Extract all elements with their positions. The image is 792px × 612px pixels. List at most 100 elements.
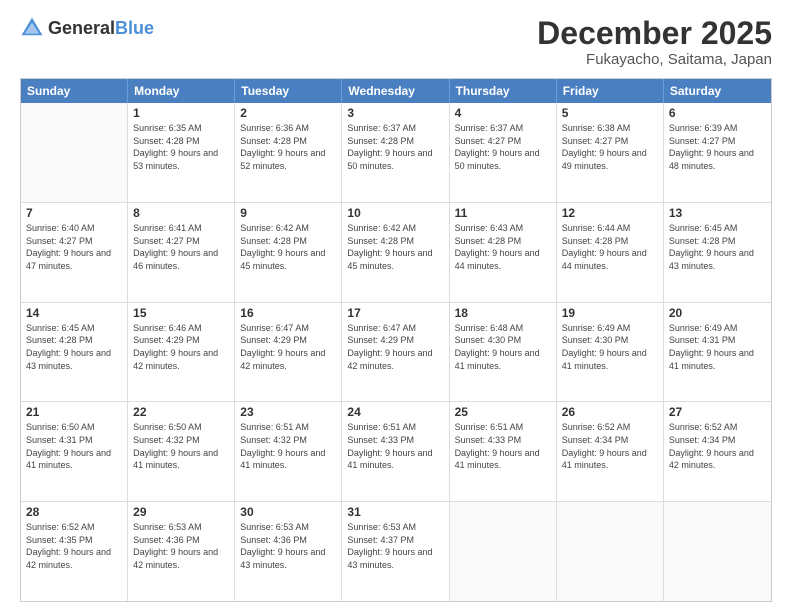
calendar-cell: 16 Sunrise: 6:47 AMSunset: 4:29 PMDayligh… <box>235 303 342 402</box>
calendar-row: 1 Sunrise: 6:35 AMSunset: 4:28 PMDaylight… <box>21 103 771 203</box>
calendar-cell <box>664 502 771 601</box>
day-number: 31 <box>347 505 443 519</box>
cell-info: Sunrise: 6:51 AMSunset: 4:33 PMDaylight:… <box>455 421 551 471</box>
calendar-cell: 15 Sunrise: 6:46 AMSunset: 4:29 PMDayligh… <box>128 303 235 402</box>
cell-info: Sunrise: 6:36 AMSunset: 4:28 PMDaylight:… <box>240 122 336 172</box>
cell-info: Sunrise: 6:38 AMSunset: 4:27 PMDaylight:… <box>562 122 658 172</box>
cell-info: Sunrise: 6:45 AMSunset: 4:28 PMDaylight:… <box>26 322 122 372</box>
calendar-cell: 11 Sunrise: 6:43 AMSunset: 4:28 PMDayligh… <box>450 203 557 302</box>
cell-info: Sunrise: 6:35 AMSunset: 4:28 PMDaylight:… <box>133 122 229 172</box>
calendar-cell: 31 Sunrise: 6:53 AMSunset: 4:37 PMDayligh… <box>342 502 449 601</box>
calendar-cell: 23Sunrise: 6:51 AMSunset: 4:32 PMDayligh… <box>235 402 342 501</box>
calendar-cell: 4 Sunrise: 6:37 AMSunset: 4:27 PMDaylight… <box>450 103 557 202</box>
day-number: 6 <box>669 106 766 120</box>
cell-info: Sunrise: 6:53 AMSunset: 4:36 PMDaylight:… <box>133 521 229 571</box>
day-number: 19 <box>562 306 658 320</box>
cell-info: Sunrise: 6:41 AMSunset: 4:27 PMDaylight:… <box>133 222 229 272</box>
day-number: 9 <box>240 206 336 220</box>
calendar-cell: 1 Sunrise: 6:35 AMSunset: 4:28 PMDaylight… <box>128 103 235 202</box>
day-number: 21 <box>26 405 122 419</box>
cell-info: Sunrise: 6:52 AMSunset: 4:34 PMDaylight:… <box>669 421 766 471</box>
day-number: 1 <box>133 106 229 120</box>
cell-info: Sunrise: 6:51 AMSunset: 4:32 PMDaylight:… <box>240 421 336 471</box>
cell-info: Sunrise: 6:51 AMSunset: 4:33 PMDaylight:… <box>347 421 443 471</box>
day-number: 13 <box>669 206 766 220</box>
calendar-cell: 12 Sunrise: 6:44 AMSunset: 4:28 PMDayligh… <box>557 203 664 302</box>
cell-info: Sunrise: 6:47 AMSunset: 4:29 PMDaylight:… <box>240 322 336 372</box>
logo-general-text: General <box>48 18 115 38</box>
page: GeneralBlue December 2025 Fukayacho, Sai… <box>0 0 792 612</box>
cell-info: Sunrise: 6:42 AMSunset: 4:28 PMDaylight:… <box>240 222 336 272</box>
day-number: 30 <box>240 505 336 519</box>
day-number: 27 <box>669 405 766 419</box>
calendar-row: 28Sunrise: 6:52 AMSunset: 4:35 PMDayligh… <box>21 502 771 601</box>
day-number: 25 <box>455 405 551 419</box>
cell-info: Sunrise: 6:45 AMSunset: 4:28 PMDaylight:… <box>669 222 766 272</box>
cell-info: Sunrise: 6:49 AMSunset: 4:31 PMDaylight:… <box>669 322 766 372</box>
header-thursday: Thursday <box>450 79 557 103</box>
calendar-cell: 19 Sunrise: 6:49 AMSunset: 4:30 PMDayligh… <box>557 303 664 402</box>
calendar-cell: 17 Sunrise: 6:47 AMSunset: 4:29 PMDayligh… <box>342 303 449 402</box>
day-number: 18 <box>455 306 551 320</box>
header: GeneralBlue December 2025 Fukayacho, Sai… <box>20 16 772 68</box>
title-block: December 2025 Fukayacho, Saitama, Japan <box>537 16 772 68</box>
calendar-body: 1 Sunrise: 6:35 AMSunset: 4:28 PMDaylight… <box>21 103 771 601</box>
calendar-cell <box>450 502 557 601</box>
day-number: 12 <box>562 206 658 220</box>
day-number: 10 <box>347 206 443 220</box>
day-number: 2 <box>240 106 336 120</box>
calendar-cell: 27 Sunrise: 6:52 AMSunset: 4:34 PMDayligh… <box>664 402 771 501</box>
calendar-cell: 3 Sunrise: 6:37 AMSunset: 4:28 PMDaylight… <box>342 103 449 202</box>
cell-info: Sunrise: 6:43 AMSunset: 4:28 PMDaylight:… <box>455 222 551 272</box>
day-number: 3 <box>347 106 443 120</box>
calendar-title: December 2025 <box>537 16 772 51</box>
header-sunday: Sunday <box>21 79 128 103</box>
calendar-cell: 13 Sunrise: 6:45 AMSunset: 4:28 PMDayligh… <box>664 203 771 302</box>
logo: GeneralBlue <box>20 16 154 40</box>
day-number: 4 <box>455 106 551 120</box>
calendar-cell: 28Sunrise: 6:52 AMSunset: 4:35 PMDayligh… <box>21 502 128 601</box>
day-number: 17 <box>347 306 443 320</box>
calendar-row: 21 Sunrise: 6:50 AMSunset: 4:31 PMDayligh… <box>21 402 771 502</box>
cell-info: Sunrise: 6:50 AMSunset: 4:32 PMDaylight:… <box>133 421 229 471</box>
day-number: 8 <box>133 206 229 220</box>
calendar: Sunday Monday Tuesday Wednesday Thursday… <box>20 78 772 602</box>
calendar-cell: 18Sunrise: 6:48 AMSunset: 4:30 PMDayligh… <box>450 303 557 402</box>
calendar-cell: 6Sunrise: 6:39 AMSunset: 4:27 PMDaylight… <box>664 103 771 202</box>
logo-blue-text: Blue <box>115 18 154 38</box>
calendar-cell: 26Sunrise: 6:52 AMSunset: 4:34 PMDayligh… <box>557 402 664 501</box>
day-number: 15 <box>133 306 229 320</box>
header-saturday: Saturday <box>664 79 771 103</box>
calendar-cell: 2 Sunrise: 6:36 AMSunset: 4:28 PMDaylight… <box>235 103 342 202</box>
calendar-row: 7 Sunrise: 6:40 AMSunset: 4:27 PMDaylight… <box>21 203 771 303</box>
cell-info: Sunrise: 6:37 AMSunset: 4:28 PMDaylight:… <box>347 122 443 172</box>
calendar-header: Sunday Monday Tuesday Wednesday Thursday… <box>21 79 771 103</box>
cell-info: Sunrise: 6:37 AMSunset: 4:27 PMDaylight:… <box>455 122 551 172</box>
cell-info: Sunrise: 6:44 AMSunset: 4:28 PMDaylight:… <box>562 222 658 272</box>
day-number: 28 <box>26 505 122 519</box>
cell-info: Sunrise: 6:40 AMSunset: 4:27 PMDaylight:… <box>26 222 122 272</box>
cell-info: Sunrise: 6:47 AMSunset: 4:29 PMDaylight:… <box>347 322 443 372</box>
calendar-cell <box>21 103 128 202</box>
cell-info: Sunrise: 6:50 AMSunset: 4:31 PMDaylight:… <box>26 421 122 471</box>
calendar-cell: 14Sunrise: 6:45 AMSunset: 4:28 PMDayligh… <box>21 303 128 402</box>
day-number: 7 <box>26 206 122 220</box>
cell-info: Sunrise: 6:53 AMSunset: 4:36 PMDaylight:… <box>240 521 336 571</box>
header-wednesday: Wednesday <box>342 79 449 103</box>
cell-info: Sunrise: 6:53 AMSunset: 4:37 PMDaylight:… <box>347 521 443 571</box>
day-number: 11 <box>455 206 551 220</box>
calendar-cell: 10 Sunrise: 6:42 AMSunset: 4:28 PMDayligh… <box>342 203 449 302</box>
calendar-cell: 30 Sunrise: 6:53 AMSunset: 4:36 PMDayligh… <box>235 502 342 601</box>
calendar-row: 14Sunrise: 6:45 AMSunset: 4:28 PMDayligh… <box>21 303 771 403</box>
cell-info: Sunrise: 6:46 AMSunset: 4:29 PMDaylight:… <box>133 322 229 372</box>
day-number: 22 <box>133 405 229 419</box>
logo-icon <box>20 16 44 40</box>
calendar-cell: 24 Sunrise: 6:51 AMSunset: 4:33 PMDayligh… <box>342 402 449 501</box>
cell-info: Sunrise: 6:42 AMSunset: 4:28 PMDaylight:… <box>347 222 443 272</box>
header-monday: Monday <box>128 79 235 103</box>
day-number: 24 <box>347 405 443 419</box>
day-number: 20 <box>669 306 766 320</box>
day-number: 16 <box>240 306 336 320</box>
cell-info: Sunrise: 6:49 AMSunset: 4:30 PMDaylight:… <box>562 322 658 372</box>
header-tuesday: Tuesday <box>235 79 342 103</box>
